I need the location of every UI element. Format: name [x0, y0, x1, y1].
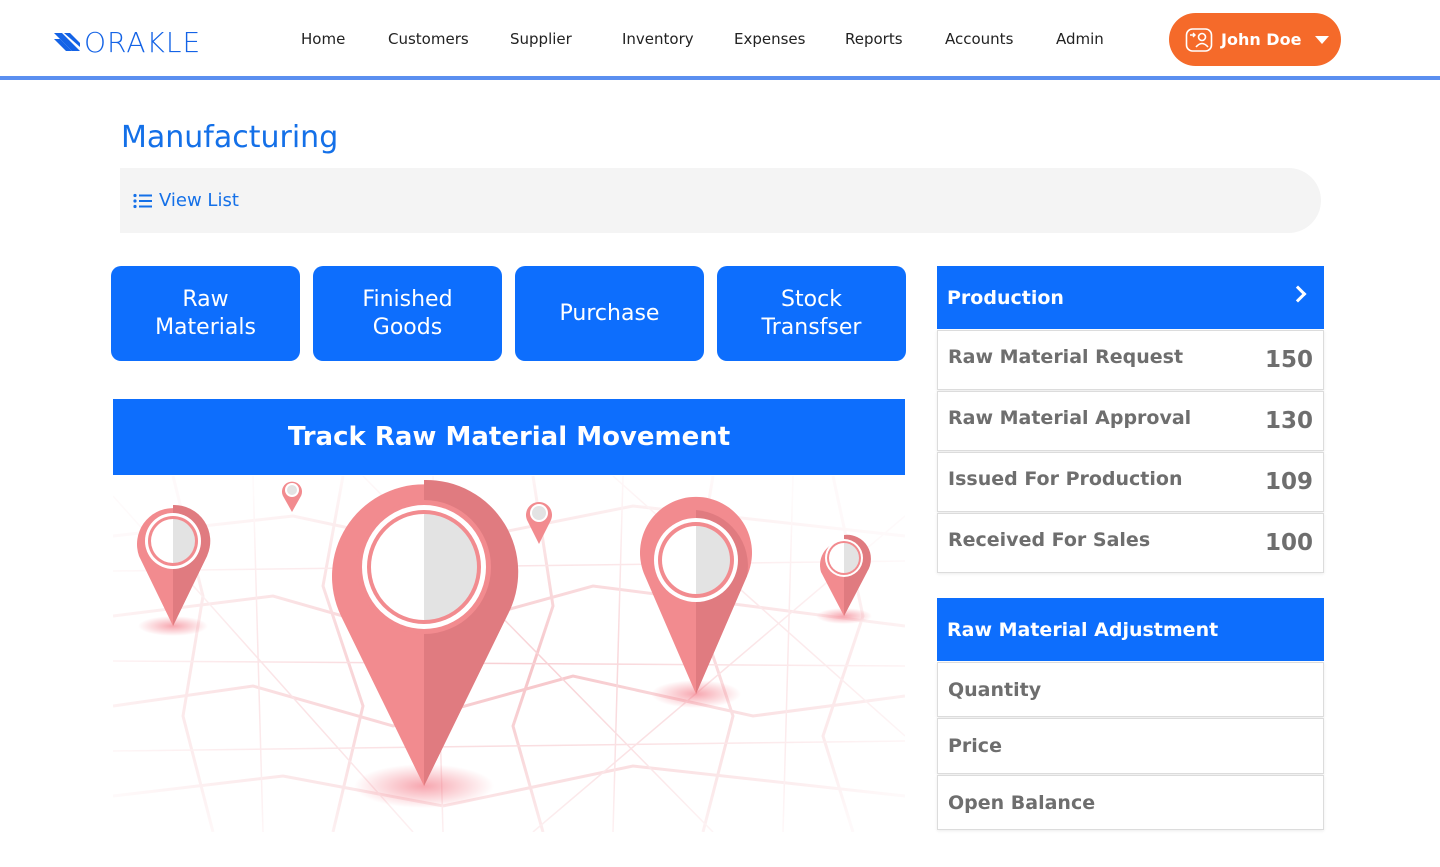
tile-finished-goods[interactable]: Finished Goods: [313, 266, 502, 361]
chevron-right-icon[interactable]: [1289, 285, 1307, 303]
adjustment-title: Raw Material Adjustment: [947, 618, 1219, 641]
list-icon: [133, 193, 152, 208]
header-divider: [0, 76, 1440, 80]
row-label: Open Balance: [948, 791, 1096, 814]
production-row-received[interactable]: Received For Sales 100: [937, 513, 1324, 573]
nav-home[interactable]: Home: [301, 30, 345, 48]
track-label: Track Raw Material Movement: [287, 422, 731, 452]
map-illustration: [113, 476, 905, 832]
row-value: 130: [1264, 408, 1313, 434]
caret-down-icon: [1315, 35, 1330, 44]
logo-mark-icon: [54, 33, 80, 51]
tile-label: Purchase: [559, 300, 660, 326]
tile-purchase[interactable]: Purchase: [515, 266, 704, 361]
row-label: Price: [948, 735, 1002, 757]
tile-raw-materials[interactable]: Raw Materials: [111, 266, 300, 361]
nav-expenses[interactable]: Expenses: [734, 30, 805, 48]
production-title: Production: [947, 286, 1064, 309]
page-title: Manufacturing: [121, 120, 339, 155]
adjustment-row-price[interactable]: Price: [937, 718, 1324, 774]
tile-label: Stock Transfser: [761, 286, 862, 340]
row-label: Raw Material Request: [948, 346, 1184, 368]
adjustment-panel-header[interactable]: Raw Material Adjustment: [937, 598, 1324, 661]
production-panel-header[interactable]: Production: [937, 266, 1324, 329]
row-label: Raw Material Approval: [948, 407, 1192, 429]
tile-label: Finished Goods: [362, 286, 453, 340]
user-switch-icon: [1185, 27, 1213, 52]
row-value: 109: [1264, 469, 1313, 495]
track-raw-material-button[interactable]: Track Raw Material Movement: [113, 399, 905, 475]
map-pins-icon: [113, 476, 905, 832]
view-list-link[interactable]: View List: [133, 190, 239, 211]
row-value: 150: [1264, 347, 1313, 373]
view-list-label: View List: [159, 190, 239, 211]
row-label: Received For Sales: [948, 529, 1151, 551]
user-name: John Doe: [1221, 30, 1302, 49]
nav-supplier[interactable]: Supplier: [510, 30, 572, 48]
nav-accounts[interactable]: Accounts: [945, 30, 1013, 48]
production-row-request[interactable]: Raw Material Request 150: [937, 330, 1324, 390]
nav-reports[interactable]: Reports: [845, 30, 903, 48]
logo-text: ORAKLE: [84, 25, 202, 59]
row-label: Issued For Production: [948, 468, 1183, 490]
tile-stock-transfer[interactable]: Stock Transfser: [717, 266, 906, 361]
nav-customers[interactable]: Customers: [388, 30, 469, 48]
row-value: 100: [1264, 530, 1313, 556]
row-label: Quantity: [948, 678, 1042, 701]
production-row-issued[interactable]: Issued For Production 109: [937, 452, 1324, 512]
adjustment-row-quantity[interactable]: Quantity: [937, 662, 1324, 717]
user-menu-button[interactable]: John Doe: [1169, 13, 1341, 66]
tile-label: Raw Materials: [155, 286, 256, 340]
nav-admin[interactable]: Admin: [1056, 30, 1104, 48]
adjustment-row-open-balance[interactable]: Open Balance: [937, 775, 1324, 830]
top-navbar: ORAKLE Home Customers Supplier Inventory…: [0, 0, 1440, 76]
view-list-bar: View List: [120, 168, 1321, 233]
nav-inventory[interactable]: Inventory: [622, 30, 694, 48]
brand-logo[interactable]: ORAKLE: [52, 25, 202, 59]
production-row-approval[interactable]: Raw Material Approval 130: [937, 391, 1324, 451]
